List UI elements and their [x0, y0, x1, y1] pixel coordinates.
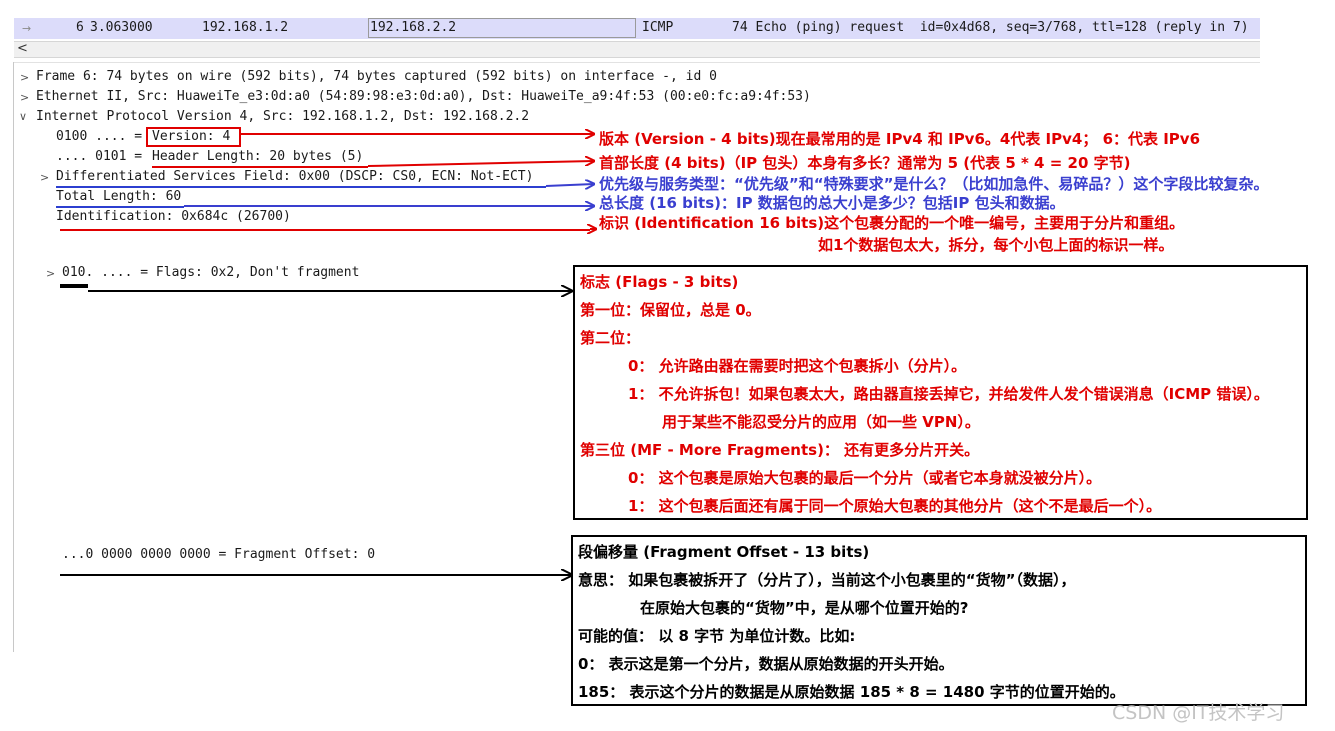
annotation-total-length: 总长度 (16 bits)：IP 数据包的总大小是多少？包括IP 包头和数据。 — [599, 194, 1065, 212]
watermark: CSDN @IT技术学习 — [1112, 702, 1285, 724]
flags-bit2-0: 0： 允许路由器在需要时把这个包裹拆小（分片）。 — [628, 357, 967, 375]
fragment-offset-note-box: 段偏移量 (Fragment Offset - 13 bits) 意思： 如果包… — [571, 535, 1307, 706]
header-length-arrow — [367, 161, 594, 167]
offset-v0: 0： 表示这是第一个分片，数据从原始数据的开头开始。 — [578, 655, 954, 673]
offset-meaning-2: 在原始大包裹的“货物”中，是从哪个位置开始的? — [640, 599, 969, 617]
flags-bit2-1a: 1： 不允许拆包！如果包裹太大，路由器直接丢掉它，并给发件人发个错误消息（ICM… — [628, 385, 1269, 403]
annotation-identification-1: 标识 (Identification 16 bits)这个包裹分配的一个唯一编号… — [599, 214, 1185, 232]
offset-title: 段偏移量 (Fragment Offset - 13 bits) — [578, 543, 870, 561]
flags-bit3: 第三位 (MF - More Fragments)： 还有更多分片开关。 — [580, 441, 980, 459]
annotation-header-length: 首部长度 (4 bits)（IP 包头）本身有多长？通常为 5 (代表 5 * … — [599, 154, 1131, 172]
flags-note-box: 标志 (Flags - 3 bits) 第一位：保留位，总是 0。 第二位： 0… — [573, 265, 1308, 520]
flags-bit1: 第一位：保留位，总是 0。 — [580, 301, 761, 319]
annotation-dsfield: 优先级与服务类型：“优先级”和“特殊要求”是什么？（比如加急件、易碎品？）这个字… — [599, 175, 1269, 193]
flags-title: 标志 (Flags - 3 bits) — [580, 273, 739, 291]
dsfield-arrow — [545, 184, 594, 186]
offset-v185: 185： 表示这个分片的数据是从原始数据 185 * 8 = 1480 字节的位… — [578, 683, 1125, 701]
flags-bit2-1b: 用于某些不能忍受分片的应用（如一些 VPN）。 — [662, 413, 980, 431]
annotation-version: 版本 (Version - 4 bits)现在最常用的是 IPv4 和 IPv6… — [599, 130, 1201, 148]
offset-meaning-1: 意思： 如果包裹被拆开了（分片了），当前这个小包裹里的“货物”（数据）， — [578, 571, 1076, 589]
offset-values: 可能的值： 以 8 字节 为单位计数。比如: — [578, 627, 856, 645]
flags-bit2: 第二位： — [580, 329, 641, 347]
flags-bit3-1: 1： 这个包裹后面还有属于同一个原始大包裹的其他分片（这个不是最后一个）。 — [628, 497, 1162, 515]
annotation-identification-2: 如1个数据包太大，拆分，每个小包上面的标识一样。 — [818, 236, 1174, 254]
flags-bit3-0: 0： 这个包裹是原始大包裹的最后一个分片（或者它本身就没被分片）。 — [628, 469, 1102, 487]
